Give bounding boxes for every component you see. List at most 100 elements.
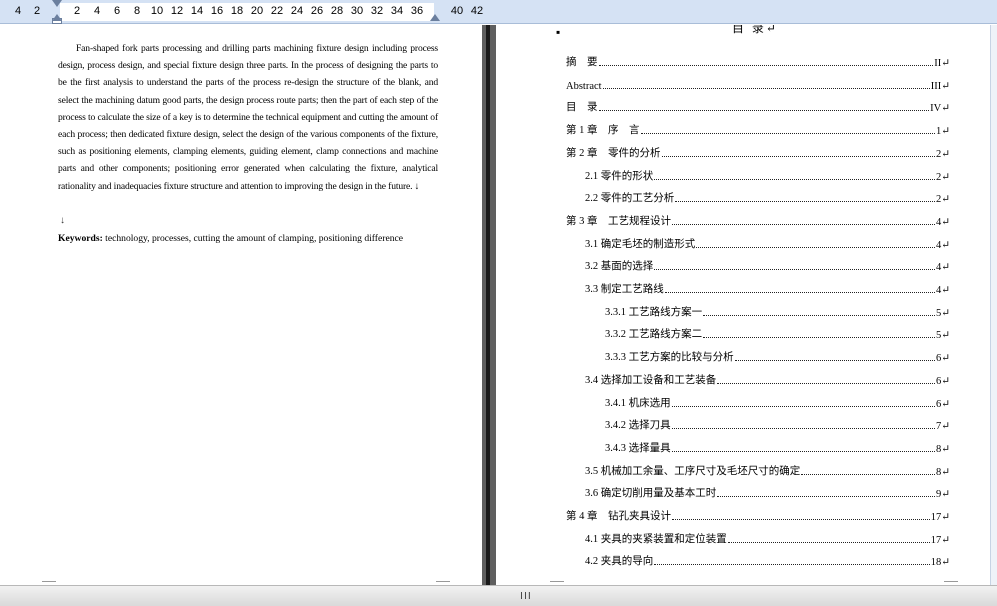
toc-leader-dots — [661, 155, 935, 157]
ruler-tick: 36 — [410, 5, 424, 17]
toc-entry[interactable]: 第 1 章 序 言 1↵ — [566, 121, 950, 137]
toc-entry[interactable]: 第 4 章 钻孔夹具设计 17↵ — [566, 507, 950, 523]
toc-entry-page: 1↵ — [935, 126, 950, 138]
keywords-label: Keywords: — [58, 233, 103, 244]
toc-leader-dots — [671, 405, 935, 407]
toc-entry-label: 摘 要 — [566, 57, 598, 68]
toc-entry-page: IV↵ — [930, 103, 950, 115]
toc-entry-page: 5↵ — [935, 330, 950, 342]
toc-leader-dots — [672, 223, 935, 225]
toc-entry-page: 7↵ — [935, 421, 950, 433]
toc-entry-page: 6↵ — [935, 353, 950, 365]
toc-entry-label: 4.2 夹具的导向 — [585, 556, 654, 568]
ruler-tick: 2 — [73, 5, 81, 17]
toc-entry-page: 6↵ — [935, 398, 950, 410]
toc-entry[interactable]: 3.3.3 工艺方案的比较与分析 6↵ — [605, 348, 950, 364]
ruler-tick: 12 — [170, 5, 184, 17]
toc-entry-label: 第 1 章 序 言 — [566, 125, 640, 137]
toc-entry-page: 8↵ — [935, 466, 950, 478]
horizontal-ruler[interactable]: 4 2 2 4 6 8 10 12 14 16 18 20 22 24 26 2… — [0, 0, 997, 24]
toc-entry-page: 9↵ — [935, 489, 950, 501]
toc-entry[interactable]: 3.4.1 机床选用 6↵ — [605, 394, 950, 410]
toc-entry-label: 第 4 章 钻孔夹具设计 — [566, 511, 671, 522]
ruler-tick: 34 — [390, 5, 404, 17]
ruler-tick: 30 — [350, 5, 364, 17]
toc-entry-page: 17↵ — [930, 512, 950, 523]
ruler-tick: 42 — [470, 5, 484, 17]
toc-leader-dots — [801, 473, 935, 475]
toc-leader-dots — [654, 269, 935, 271]
toc-leader-dots — [717, 496, 935, 498]
toc-leader-dots — [703, 337, 935, 339]
toc-entry-page: 8↵ — [935, 443, 950, 455]
toc-entry-label: 3.4.3 选择量具 — [605, 442, 671, 454]
toc-entry-label: 第 2 章 零件的分析 — [566, 147, 661, 159]
toc-entry[interactable]: 目 录 IV↵ — [566, 98, 950, 114]
hanging-indent-marker[interactable] — [52, 14, 62, 21]
toc-entry[interactable]: 3.1 确定毛坯的制造形式 4↵ — [585, 235, 950, 251]
toc-entry-label: Abstract — [566, 80, 602, 92]
toc-entry-page: II↵ — [934, 58, 950, 69]
toc-entry[interactable]: 摘 要 II↵ — [566, 53, 950, 69]
toc-entry-label: 3.6 确定切削用量及基本工时 — [585, 488, 717, 500]
toc-entry-page: 4↵ — [935, 216, 950, 228]
toc-entry[interactable]: 4.2 夹具的导向 18↵ — [585, 552, 950, 568]
toc-entry[interactable]: 3.5 机械加工余量、工序尺寸及毛坯尺寸的确定 8↵ — [585, 462, 950, 478]
toc-entry[interactable]: 第 2 章 零件的分析 2↵ — [566, 144, 950, 160]
toc-entry[interactable]: 3.2 基面的选择 4↵ — [585, 257, 950, 273]
toc-leader-dots — [602, 87, 930, 89]
toc-entry[interactable]: 2.2 零件的工艺分析 2↵ — [585, 189, 950, 205]
toc-leader-dots — [696, 246, 935, 248]
toc-title: 目 录↵ — [732, 25, 778, 35]
scrollbar-grip-icon[interactable]: III — [520, 591, 532, 602]
document-page-left[interactable]: Fan-shaped fork parts processing and dri… — [0, 25, 482, 585]
horizontal-scrollbar[interactable]: III — [0, 585, 997, 606]
ruler-tick: 14 — [190, 5, 204, 17]
page-shadow — [486, 25, 490, 585]
toc-entry[interactable]: 3.4.3 选择量具 8↵ — [605, 439, 950, 455]
ruler-tick: 24 — [290, 5, 304, 17]
toc-entry[interactable]: 3.4 选择加工设备和工艺装备 6↵ — [585, 371, 950, 387]
toc-entry[interactable]: Abstract III↵ — [566, 76, 950, 92]
document-page-right[interactable]: ▪ 目 录↵ 摘 要 II↵ Abstract III↵ 目 录 IV↵ 第 1 章 序 言… — [496, 25, 990, 585]
toc-leader-dots — [654, 178, 935, 180]
ruler-tick: 28 — [330, 5, 344, 17]
toc-entry[interactable]: 4.1 夹具的夹紧装置和定位装置 17↵ — [585, 530, 950, 546]
toc-leader-dots — [727, 541, 930, 543]
ruler-tick: 32 — [370, 5, 384, 17]
ruler-tick: 20 — [250, 5, 264, 17]
toc-entry-page: 4↵ — [935, 285, 950, 296]
toc-entry-label: 3.4.2 选择刀具 — [605, 420, 671, 432]
toc-entry-label: 3.3.2 工艺路线方案二 — [605, 329, 703, 341]
toc-entry-page: 4↵ — [935, 262, 950, 274]
toc-entry[interactable]: 2.1 零件的形状 2↵ — [585, 167, 950, 183]
toc-entry[interactable]: 3.3.1 工艺路线方案一 5↵ — [605, 303, 950, 319]
right-indent-marker[interactable] — [430, 14, 440, 21]
first-line-indent-marker[interactable] — [52, 0, 62, 7]
toc-leader-dots — [734, 360, 935, 362]
toc-entry-label: 4.1 夹具的夹紧装置和定位装置 — [585, 533, 727, 545]
ruler-tick: 22 — [270, 5, 284, 17]
page-separator — [482, 25, 496, 585]
toc-entry-page: 6↵ — [935, 375, 950, 387]
toc-entry[interactable]: 第 3 章 工艺规程设计 4↵ — [566, 212, 950, 228]
toc-entry[interactable]: 3.6 确定切削用量及基本工时 9↵ — [585, 484, 950, 500]
toc-entry[interactable]: 3.3 制定工艺路线 4↵ — [585, 280, 950, 296]
toc-entry[interactable]: 3.4.2 选择刀具 7↵ — [605, 416, 950, 432]
toc-entry-page: 4↵ — [935, 239, 950, 251]
keywords-line[interactable]: Keywords: technology, processes, cutting… — [58, 232, 403, 246]
toc-entry-page: 5↵ — [935, 307, 950, 319]
toc-entry-label: 3.2 基面的选择 — [585, 261, 654, 273]
toc-entry-label: 3.1 确定毛坯的制造形式 — [585, 238, 696, 250]
toc-leader-dots — [671, 428, 935, 430]
toc-entry[interactable]: 3.3.2 工艺路线方案二 5↵ — [605, 325, 950, 341]
toc-entry-label: 2.1 零件的形状 — [585, 170, 654, 182]
ruler-tick: 40 — [450, 5, 464, 17]
toc-leader-dots — [671, 450, 935, 452]
toc-entry-page: III↵ — [930, 80, 950, 92]
toc-entry-page: 2↵ — [935, 148, 950, 160]
ruler-tick: 26 — [310, 5, 324, 17]
vertical-scrollbar[interactable] — [990, 25, 997, 585]
ruler-tick: 16 — [210, 5, 224, 17]
abstract-paragraph[interactable]: Fan-shaped fork parts processing and dri… — [58, 40, 438, 195]
